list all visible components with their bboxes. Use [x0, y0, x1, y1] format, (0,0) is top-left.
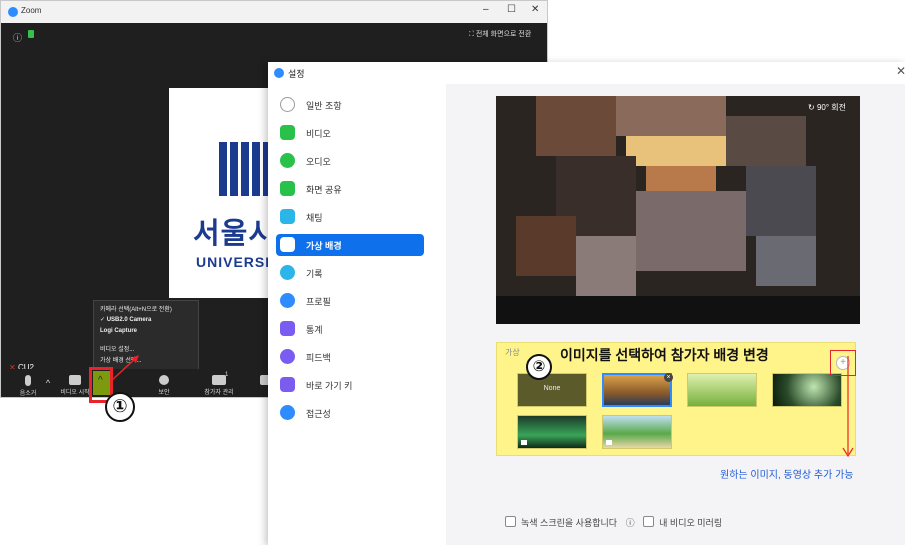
- sidebar-item-recording[interactable]: 기록: [276, 262, 424, 284]
- menu-item-camera-select[interactable]: 카메라 선택(Alt+N으로 전환): [100, 304, 172, 313]
- keyboard-icon: [280, 377, 295, 392]
- zoom-logo-icon: [8, 7, 18, 17]
- feedback-icon: [280, 349, 295, 364]
- zoom-window-title: Zoom: [21, 6, 42, 15]
- settings-titlebar: 설정 ✕: [268, 62, 905, 84]
- shield-icon: [159, 375, 169, 385]
- background-thumbnail-grass[interactable]: [687, 373, 757, 407]
- fullscreen-button[interactable]: ⛶ 전체 화면으로 전환: [469, 29, 531, 39]
- participants-icon: [212, 375, 226, 385]
- accessibility-icon: [280, 405, 295, 420]
- fullscreen-label: 전체 화면으로 전환: [475, 31, 532, 38]
- sidebar-item-screen-share[interactable]: 화면 공유: [276, 178, 424, 200]
- camera-preview: ↻ 90° 회전: [496, 96, 860, 324]
- sidebar-item-profile[interactable]: 프로필: [276, 290, 424, 312]
- mute-button[interactable]: 음소거: [15, 375, 41, 397]
- microphone-icon: [25, 375, 31, 386]
- sidebar-item-shortcuts[interactable]: 바로 가기 키: [276, 374, 424, 396]
- menu-item-video-settings[interactable]: 비디오 설정...: [100, 344, 134, 353]
- zoom-logo-icon: [274, 68, 284, 78]
- green-screen-label: 녹색 스크린을 사용합니다: [521, 518, 618, 528]
- headphones-icon: [280, 153, 295, 168]
- sidebar-item-accessibility[interactable]: 접근성: [276, 402, 424, 424]
- meeting-info-icon[interactable]: ⓘ: [13, 31, 22, 44]
- chat-icon: [280, 209, 295, 224]
- sidebar-item-audio[interactable]: 오디오: [276, 150, 424, 172]
- mirror-video-checkbox[interactable]: [643, 516, 655, 527]
- record-icon: [280, 265, 295, 280]
- sidebar-item-virtual-background[interactable]: 가상 배경: [276, 234, 424, 256]
- step2-annotation-text: 이미지를 선택하여 참가자 배경 변경: [560, 347, 769, 363]
- background-thumbnail-aurora[interactable]: [517, 415, 587, 449]
- settings-title: 설정: [288, 69, 305, 79]
- sidebar-item-statistics[interactable]: 통계: [276, 318, 424, 340]
- video-badge-icon: [606, 440, 612, 445]
- participants-button[interactable]: 참가자 관리 1: [199, 372, 239, 396]
- rotate-icon: ↻: [808, 103, 817, 112]
- sidebar-item-chat[interactable]: 채팅: [276, 206, 424, 228]
- green-screen-checkbox[interactable]: [505, 516, 516, 527]
- pixelated-preview-image: [496, 96, 860, 324]
- background-section-label: 가상: [505, 348, 520, 357]
- close-icon[interactable]: ✕: [896, 64, 905, 78]
- close-icon[interactable]: ✕: [531, 4, 539, 15]
- sidebar-item-general[interactable]: 일반 조항: [276, 94, 424, 116]
- statistics-icon: [280, 321, 295, 336]
- profile-icon: [280, 293, 295, 308]
- start-video-button[interactable]: 비디오 시작: [57, 375, 93, 396]
- add-note-arrow-icon: [842, 356, 854, 458]
- background-options-row: 녹색 스크린을 사용합니다 ⓘ 내 비디오 미러링: [505, 516, 722, 529]
- video-camera-icon: [69, 375, 81, 385]
- screen-share-icon: [280, 181, 295, 196]
- zoom-titlebar: Zoom – ☐ ✕: [1, 1, 547, 23]
- step2-marker: ②: [526, 354, 552, 380]
- help-icon[interactable]: ⓘ: [626, 518, 635, 528]
- background-thumbnail-beach[interactable]: [602, 415, 672, 449]
- background-thumbnail-none[interactable]: None: [517, 373, 587, 407]
- video-badge-icon: [521, 440, 527, 445]
- maximize-icon[interactable]: ☐: [507, 4, 516, 15]
- virtual-background-icon: [280, 237, 295, 252]
- menu-item-logi-capture[interactable]: Logi Capture: [100, 328, 137, 334]
- slide-korean-text: 서울시: [193, 218, 277, 250]
- encryption-shield-icon[interactable]: [28, 30, 34, 38]
- video-camera-icon: [280, 125, 295, 140]
- gear-icon: [280, 97, 295, 112]
- background-thumbnail-earth[interactable]: [772, 373, 842, 407]
- rotate-button[interactable]: ↻ 90° 회전: [808, 102, 846, 113]
- add-media-note: 원하는 이미지, 동영상 추가 가능: [720, 470, 854, 481]
- mirror-video-label: 내 비디오 미러링: [659, 518, 723, 528]
- background-thumbnail-bridge[interactable]: [602, 373, 672, 407]
- participants-count: 1: [225, 372, 229, 378]
- menu-item-usb-camera[interactable]: ✓ USB2.0 Camera: [100, 316, 151, 323]
- minimize-icon[interactable]: –: [483, 4, 489, 15]
- step1-arrow-icon: [110, 355, 139, 382]
- audio-caret-icon[interactable]: ^: [43, 378, 53, 388]
- sidebar-item-feedback[interactable]: 피드백: [276, 346, 424, 368]
- fullscreen-icon: ⛶: [469, 31, 476, 38]
- sidebar-item-video[interactable]: 비디오: [276, 122, 424, 144]
- step1-marker: ①: [105, 392, 135, 422]
- settings-sidebar: 일반 조항 비디오 오디오 화면 공유 채팅 가상 배경 기록 프로필 통계 피…: [268, 84, 447, 545]
- security-button[interactable]: 보안: [151, 375, 177, 396]
- remove-background-icon[interactable]: ×: [664, 373, 673, 382]
